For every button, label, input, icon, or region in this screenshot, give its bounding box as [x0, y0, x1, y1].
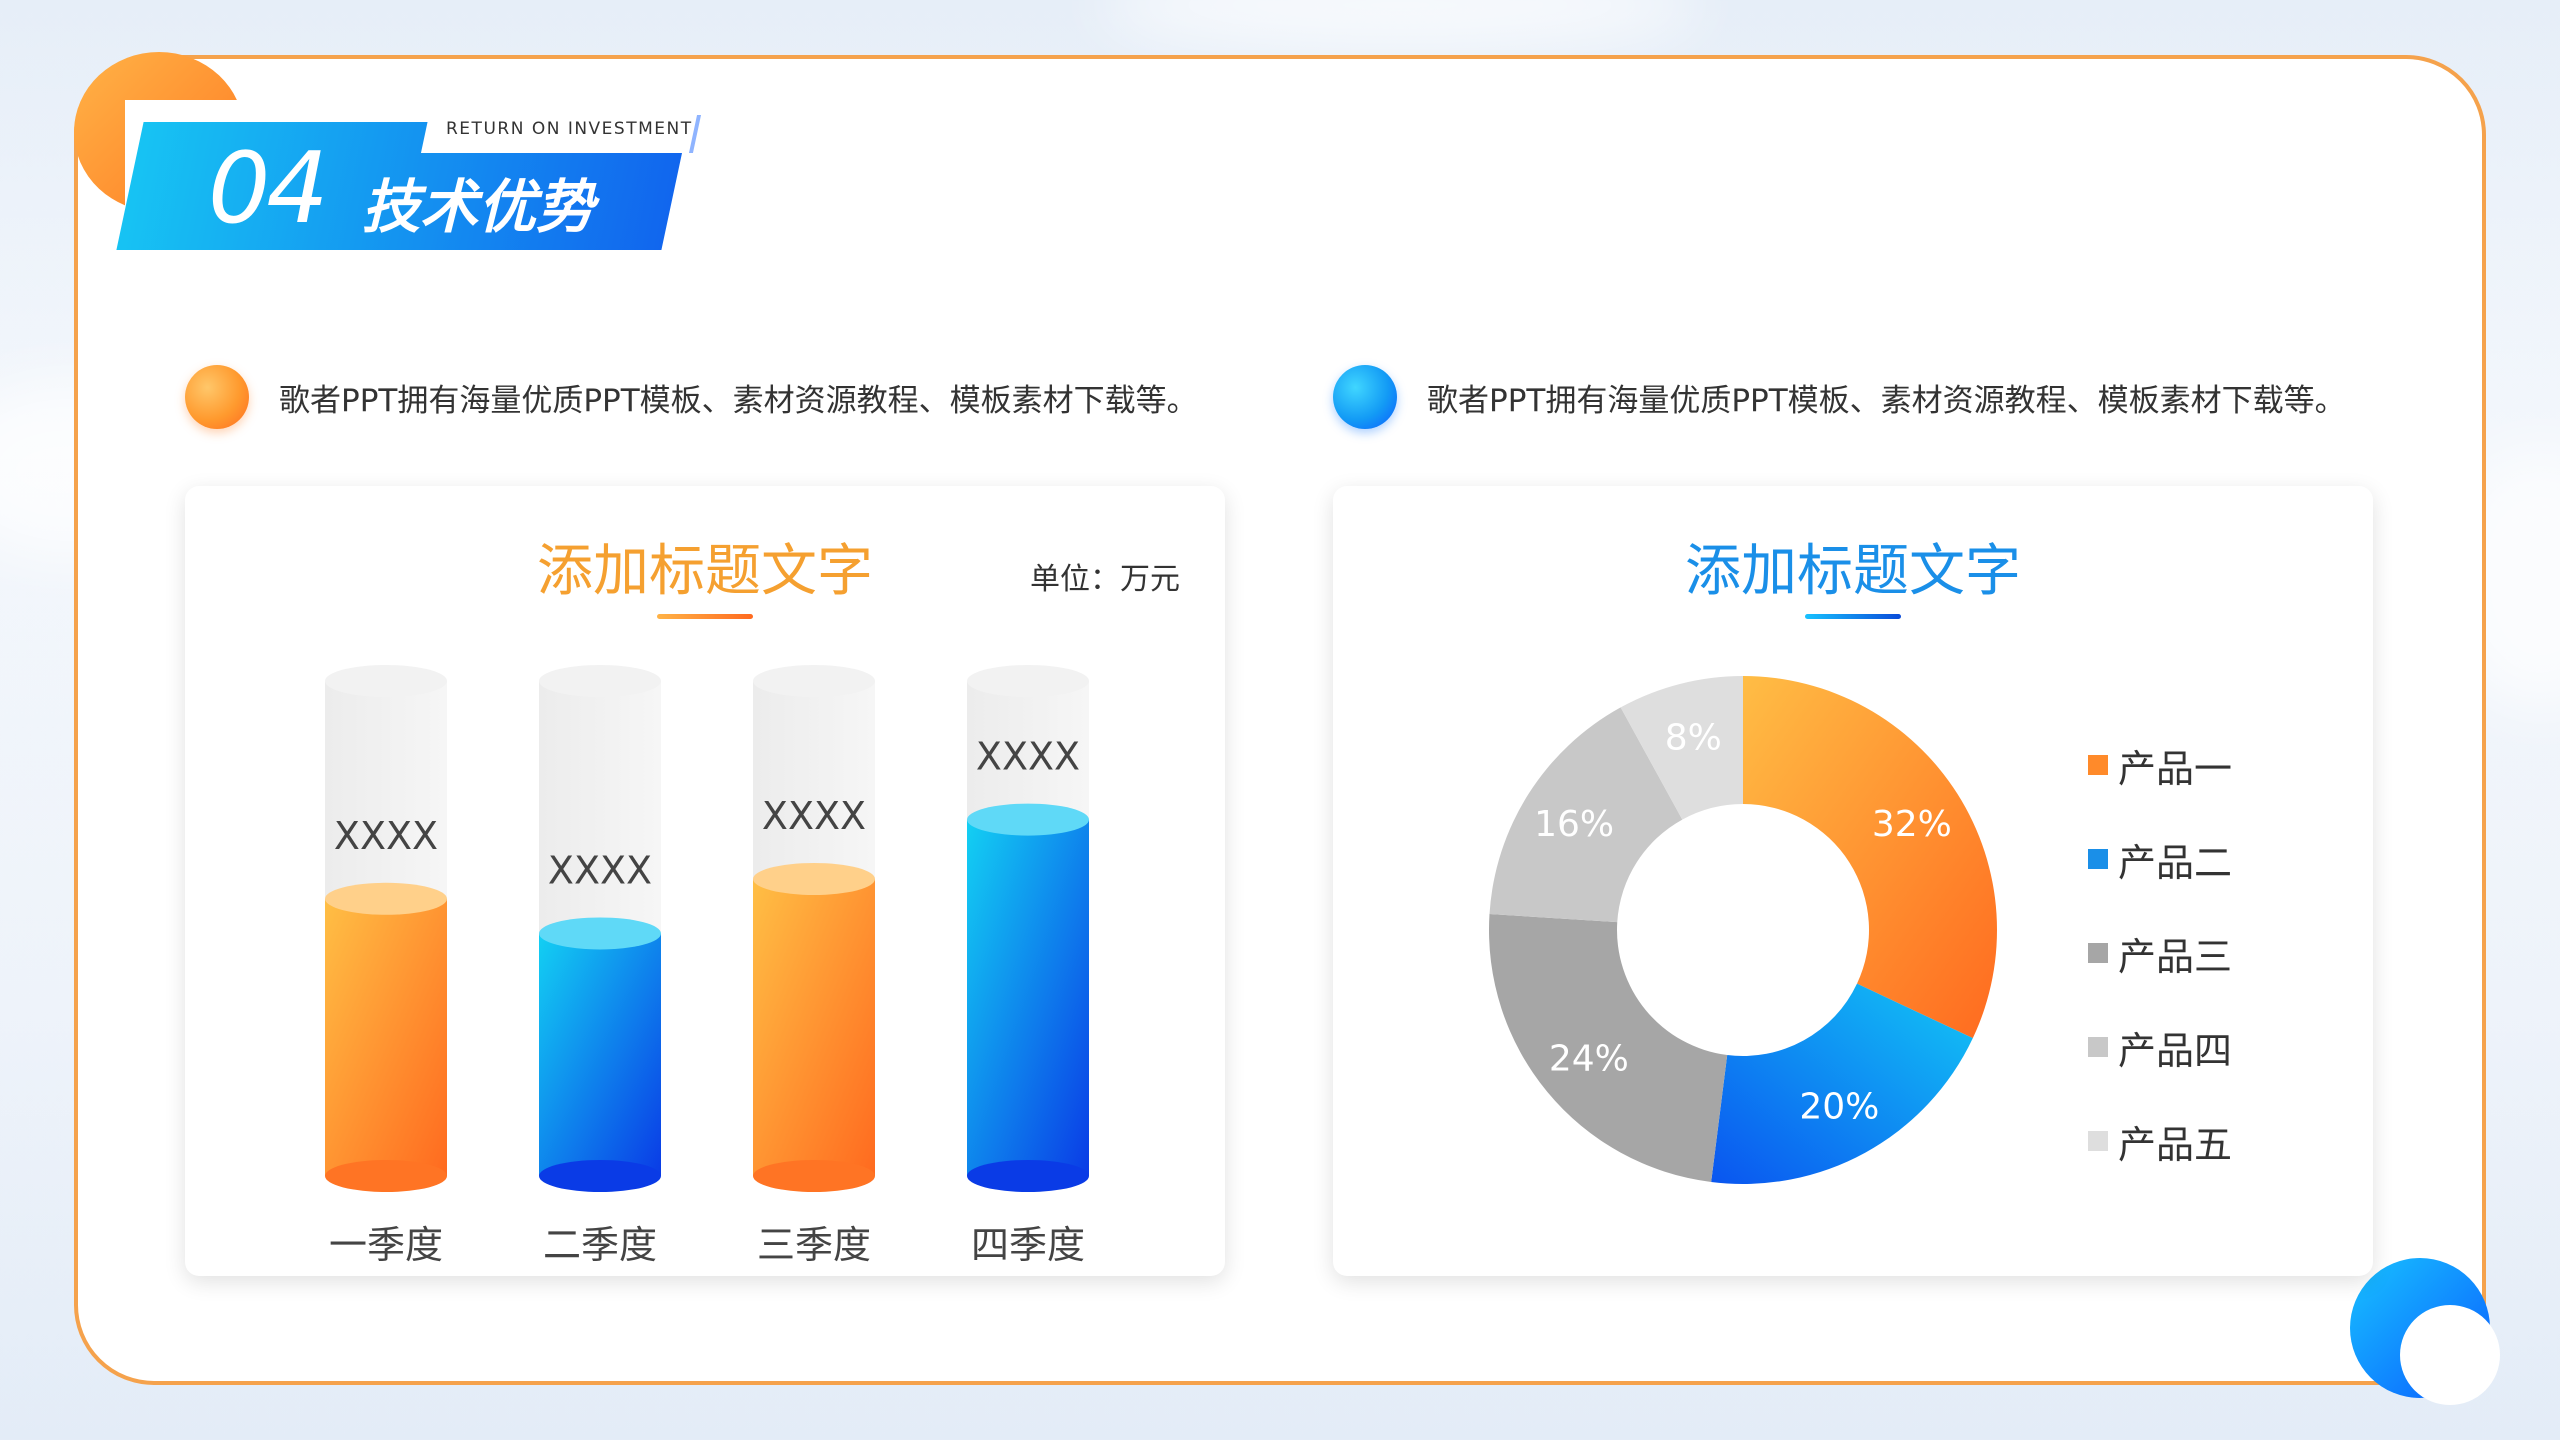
legend-label: 产品五	[2118, 1122, 2233, 1167]
bar-base	[539, 1160, 661, 1192]
bullet-row-right: 歌者PPT拥有海量优质PPT模板、素材资源教程、模板素材下载等。	[1333, 365, 2346, 429]
bar	[967, 819, 1089, 1176]
bar-base	[753, 1160, 875, 1192]
bar-cap	[967, 803, 1089, 836]
x-tick-label: 三季度	[757, 1223, 871, 1267]
legend-label: 产品一	[2118, 746, 2233, 791]
bullet-text: 歌者PPT拥有海量优质PPT模板、素材资源教程、模板素材下载等。	[1427, 382, 2346, 419]
background-cloud	[1100, 0, 1700, 50]
legend-label: 产品四	[2118, 1028, 2233, 1073]
section-subtitle: RETURN ON INVESTMENT	[446, 119, 693, 139]
x-tick-label: 二季度	[543, 1223, 657, 1267]
legend-swatch	[2088, 1037, 2108, 1057]
bar-base	[967, 1160, 1089, 1192]
pie-value-label: 8%	[1665, 717, 1722, 758]
section-number: 04	[208, 132, 329, 246]
legend-item: 产品三	[2088, 906, 2232, 1000]
orange-dot-icon	[185, 365, 249, 429]
bar-value-label: XXXX	[762, 794, 866, 838]
bar-cap	[539, 917, 661, 950]
x-tick-label: 四季度	[971, 1223, 1085, 1267]
legend-label: 产品三	[2118, 934, 2233, 979]
bar-cap	[753, 863, 875, 895]
bar	[539, 933, 661, 1176]
legend-item: 产品四	[2088, 1000, 2232, 1094]
x-tick-label: 一季度	[329, 1223, 443, 1267]
legend-swatch	[2088, 849, 2108, 869]
pie-value-label: 32%	[1872, 804, 1952, 845]
legend-swatch	[2088, 1131, 2108, 1151]
pie-value-label: 16%	[1534, 804, 1614, 845]
legend-item: 产品二	[2088, 812, 2232, 906]
legend-label: 产品二	[2118, 840, 2233, 885]
bar-track-cap	[325, 665, 447, 697]
corner-decoration-hole	[2400, 1305, 2500, 1405]
blue-dot-icon	[1333, 365, 1397, 429]
pie-legend: 产品一产品二产品三产品四产品五	[2088, 718, 2232, 1188]
legend-swatch	[2088, 943, 2108, 963]
section-title: 技术优势	[362, 173, 595, 241]
legend-item: 产品五	[2088, 1094, 2232, 1188]
bar-track-cap	[539, 665, 661, 697]
bar-base	[325, 1160, 447, 1192]
bar-chart: XXXX 一季度 XXXX 二季度 XXXX 三季度 XXXX 四季度	[325, 665, 1089, 1267]
legend-swatch	[2088, 755, 2108, 775]
bullet-text: 歌者PPT拥有海量优质PPT模板、素材资源教程、模板素材下载等。	[279, 382, 1198, 419]
pie-value-label: 20%	[1799, 1086, 1879, 1127]
bar-chart-card: 添加标题文字 单位：万元 XXXX 一季度 XXXX 二季度 XXXX 三季度 XXXX 四季…	[185, 486, 1225, 1276]
bullet-row-left: 歌者PPT拥有海量优质PPT模板、素材资源教程、模板素材下载等。	[185, 365, 1198, 429]
bar-value-label: XXXX	[334, 814, 438, 858]
legend-item: 产品一	[2088, 718, 2232, 812]
bar	[753, 879, 875, 1176]
bar-cap	[325, 882, 447, 915]
bar-track-cap	[967, 665, 1089, 697]
bar-track-cap	[753, 665, 875, 697]
bar	[325, 898, 447, 1176]
bar-value-label: XXXX	[976, 735, 1080, 779]
pie-value-label: 24%	[1549, 1038, 1629, 1079]
pie-slice	[1743, 676, 1997, 1039]
bar-value-label: XXXX	[548, 848, 652, 892]
